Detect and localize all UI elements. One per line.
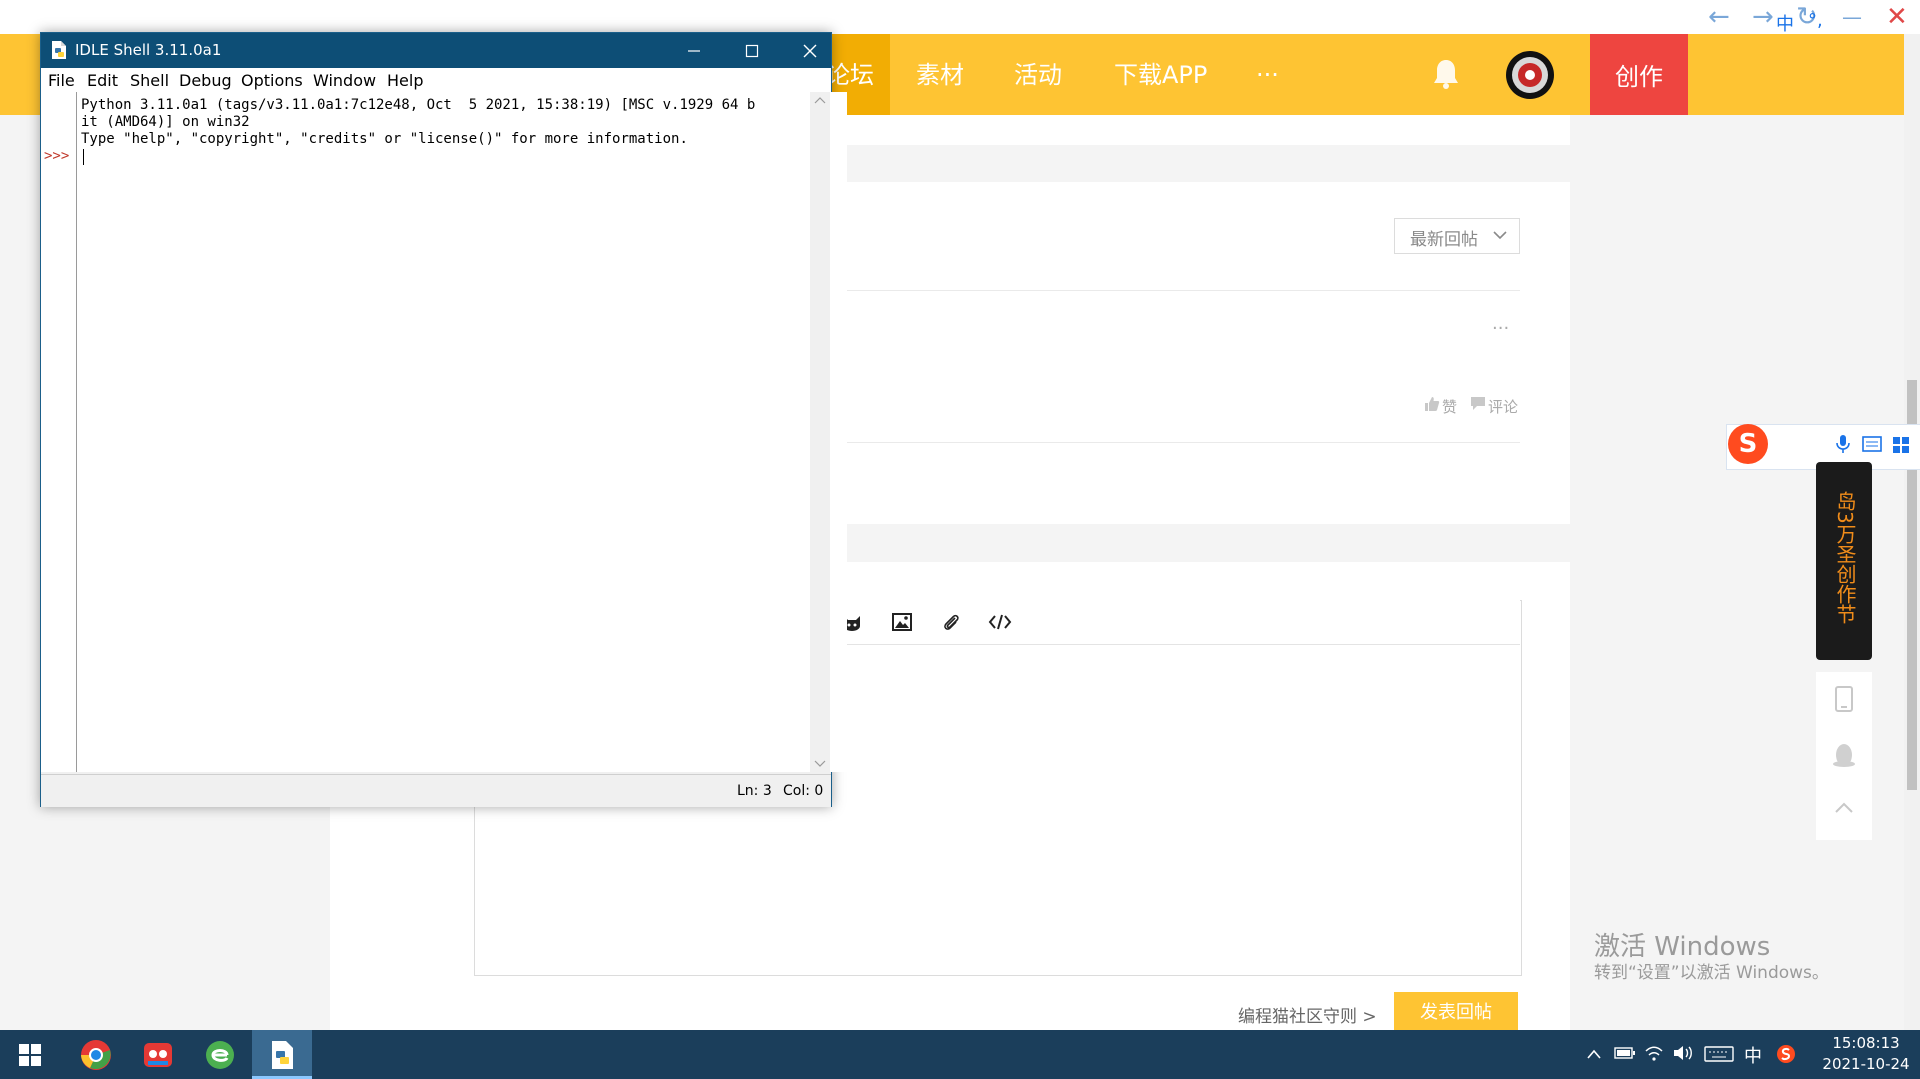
forward-icon[interactable]: →	[1752, 2, 1774, 32]
taskbar-chrome[interactable]	[66, 1034, 126, 1076]
wifi-icon[interactable]	[1644, 1044, 1664, 1062]
community-rules-link[interactable]: 编程猫社区守则 >	[1238, 1002, 1377, 1027]
start-button[interactable]	[0, 1034, 60, 1076]
scroll-down-icon[interactable]	[814, 760, 826, 768]
scroll-up-icon[interactable]	[814, 96, 826, 104]
taskbar-idle[interactable]	[252, 1030, 312, 1079]
idle-shell-window: IDLE Shell 3.11.0a1 File Edit Shell Debu…	[40, 32, 847, 807]
keyboard-icon[interactable]	[1862, 436, 1882, 452]
shell-text-area[interactable]	[77, 92, 847, 772]
idle-vertical-scrollbar[interactable]	[810, 92, 830, 772]
idle-menubar: File Edit Shell Debug Options Window Hel…	[41, 68, 831, 92]
taskbar-360-browser[interactable]	[190, 1034, 250, 1076]
menu-shell[interactable]: Shell	[130, 71, 169, 90]
shell-prompt: >>>	[44, 148, 70, 164]
attachment-icon[interactable]	[942, 612, 960, 632]
taskbar-codemao[interactable]	[128, 1034, 188, 1076]
minimize-icon	[688, 49, 700, 52]
python-idle-icon	[272, 1040, 293, 1069]
ime-punctuation[interactable]: °,	[1808, 10, 1823, 31]
ime-mode[interactable]: 中	[1776, 10, 1794, 36]
status-column: Col: 0	[783, 783, 824, 799]
image-icon[interactable]	[892, 613, 912, 631]
nav-item-materials[interactable]: 素材	[916, 60, 964, 90]
prompt-gutter	[41, 92, 77, 772]
chevron-down-icon	[1493, 231, 1507, 240]
output-line: it (AMD64)] on win32	[81, 114, 250, 130]
battery-icon[interactable]	[1614, 1046, 1636, 1060]
idle-window-title: IDLE Shell 3.11.0a1	[75, 41, 222, 59]
qq-penguin-icon[interactable]	[1832, 742, 1856, 768]
menu-edit[interactable]: Edit	[87, 71, 118, 90]
back-to-top-icon[interactable]	[1834, 800, 1854, 814]
clock-time: 15:08:13	[1832, 1034, 1900, 1052]
idle-titlebar[interactable]: IDLE Shell 3.11.0a1	[41, 33, 831, 68]
comment-icon[interactable]	[1470, 396, 1486, 411]
idle-close-button[interactable]	[781, 33, 839, 68]
python-file-icon	[52, 41, 66, 59]
menu-file[interactable]: File	[48, 71, 75, 90]
windows-logo-icon	[19, 1044, 41, 1066]
output-line: Type "help", "copyright", "credits" or "…	[81, 131, 688, 147]
chrome-icon	[81, 1040, 111, 1070]
idle-maximize-button[interactable]	[723, 33, 781, 68]
code-icon[interactable]	[988, 612, 1012, 632]
submit-reply-button[interactable]: 发表回帖	[1394, 992, 1518, 1030]
banner-text: 岛3万圣创作节	[1833, 490, 1857, 624]
sogou-tray-icon[interactable]	[1776, 1044, 1796, 1064]
avatar[interactable]	[1505, 50, 1555, 100]
back-icon[interactable]: ←	[1708, 2, 1730, 32]
codemao-icon	[144, 1043, 172, 1067]
idle-statusbar: Ln: 3 Col: 0	[41, 774, 831, 807]
like-label[interactable]: 赞	[1442, 396, 1457, 417]
taskbar-clock[interactable]: 15:08:13 2021-10-24	[1818, 1033, 1914, 1075]
browser-toolbar	[0, 0, 1920, 34]
thumbs-up-icon[interactable]	[1424, 396, 1440, 412]
menu-debug[interactable]: Debug	[179, 71, 232, 90]
clock-date: 2021-10-24	[1822, 1055, 1910, 1073]
menu-help[interactable]: Help	[387, 71, 423, 90]
text-cursor	[83, 149, 84, 165]
nav-item-events[interactable]: 活动	[1014, 60, 1062, 90]
sort-select-label: 最新回帖	[1410, 230, 1478, 250]
idle-minimize-button[interactable]	[665, 33, 723, 68]
nav-item-more[interactable]: ···	[1256, 60, 1279, 90]
comment-label[interactable]: 评论	[1488, 396, 1518, 417]
divider	[830, 290, 1520, 291]
toolbox-icon[interactable]	[1892, 436, 1910, 454]
browser-e-icon	[206, 1041, 234, 1069]
activation-watermark-subtitle: 转到“设置”以激活 Windows。	[1594, 963, 1829, 983]
menu-options[interactable]: Options	[241, 71, 303, 90]
tray-ime-mode[interactable]: 中	[1744, 1042, 1762, 1068]
close-icon	[803, 44, 817, 57]
divider	[830, 442, 1520, 443]
post-more-icon[interactable]: ···	[1492, 318, 1509, 339]
close-icon[interactable]: ✕	[1886, 2, 1908, 32]
shell-output: Python 3.11.0a1 (tags/v3.11.0a1:7c12e48,…	[81, 97, 755, 148]
touch-keyboard-icon[interactable]	[1704, 1046, 1734, 1062]
minimize-icon[interactable]: —	[1842, 2, 1862, 32]
nav-item-download-app[interactable]: 下载APP	[1114, 60, 1207, 90]
status-line: Ln: 3	[737, 783, 772, 799]
create-button[interactable]: 创作	[1590, 34, 1688, 115]
maximize-icon	[745, 44, 759, 57]
menu-window[interactable]: Window	[313, 71, 376, 90]
volume-icon[interactable]	[1672, 1044, 1694, 1062]
output-line: Python 3.11.0a1 (tags/v3.11.0a1:7c12e48,…	[81, 97, 756, 113]
microphone-icon[interactable]	[1836, 434, 1850, 454]
chevron-up-icon[interactable]	[1586, 1048, 1602, 1060]
bell-icon[interactable]	[1432, 58, 1460, 90]
halloween-banner[interactable]: 岛3万圣创作节	[1816, 462, 1872, 660]
mobile-icon[interactable]	[1834, 686, 1854, 712]
sogou-logo[interactable]: S	[1728, 424, 1768, 464]
